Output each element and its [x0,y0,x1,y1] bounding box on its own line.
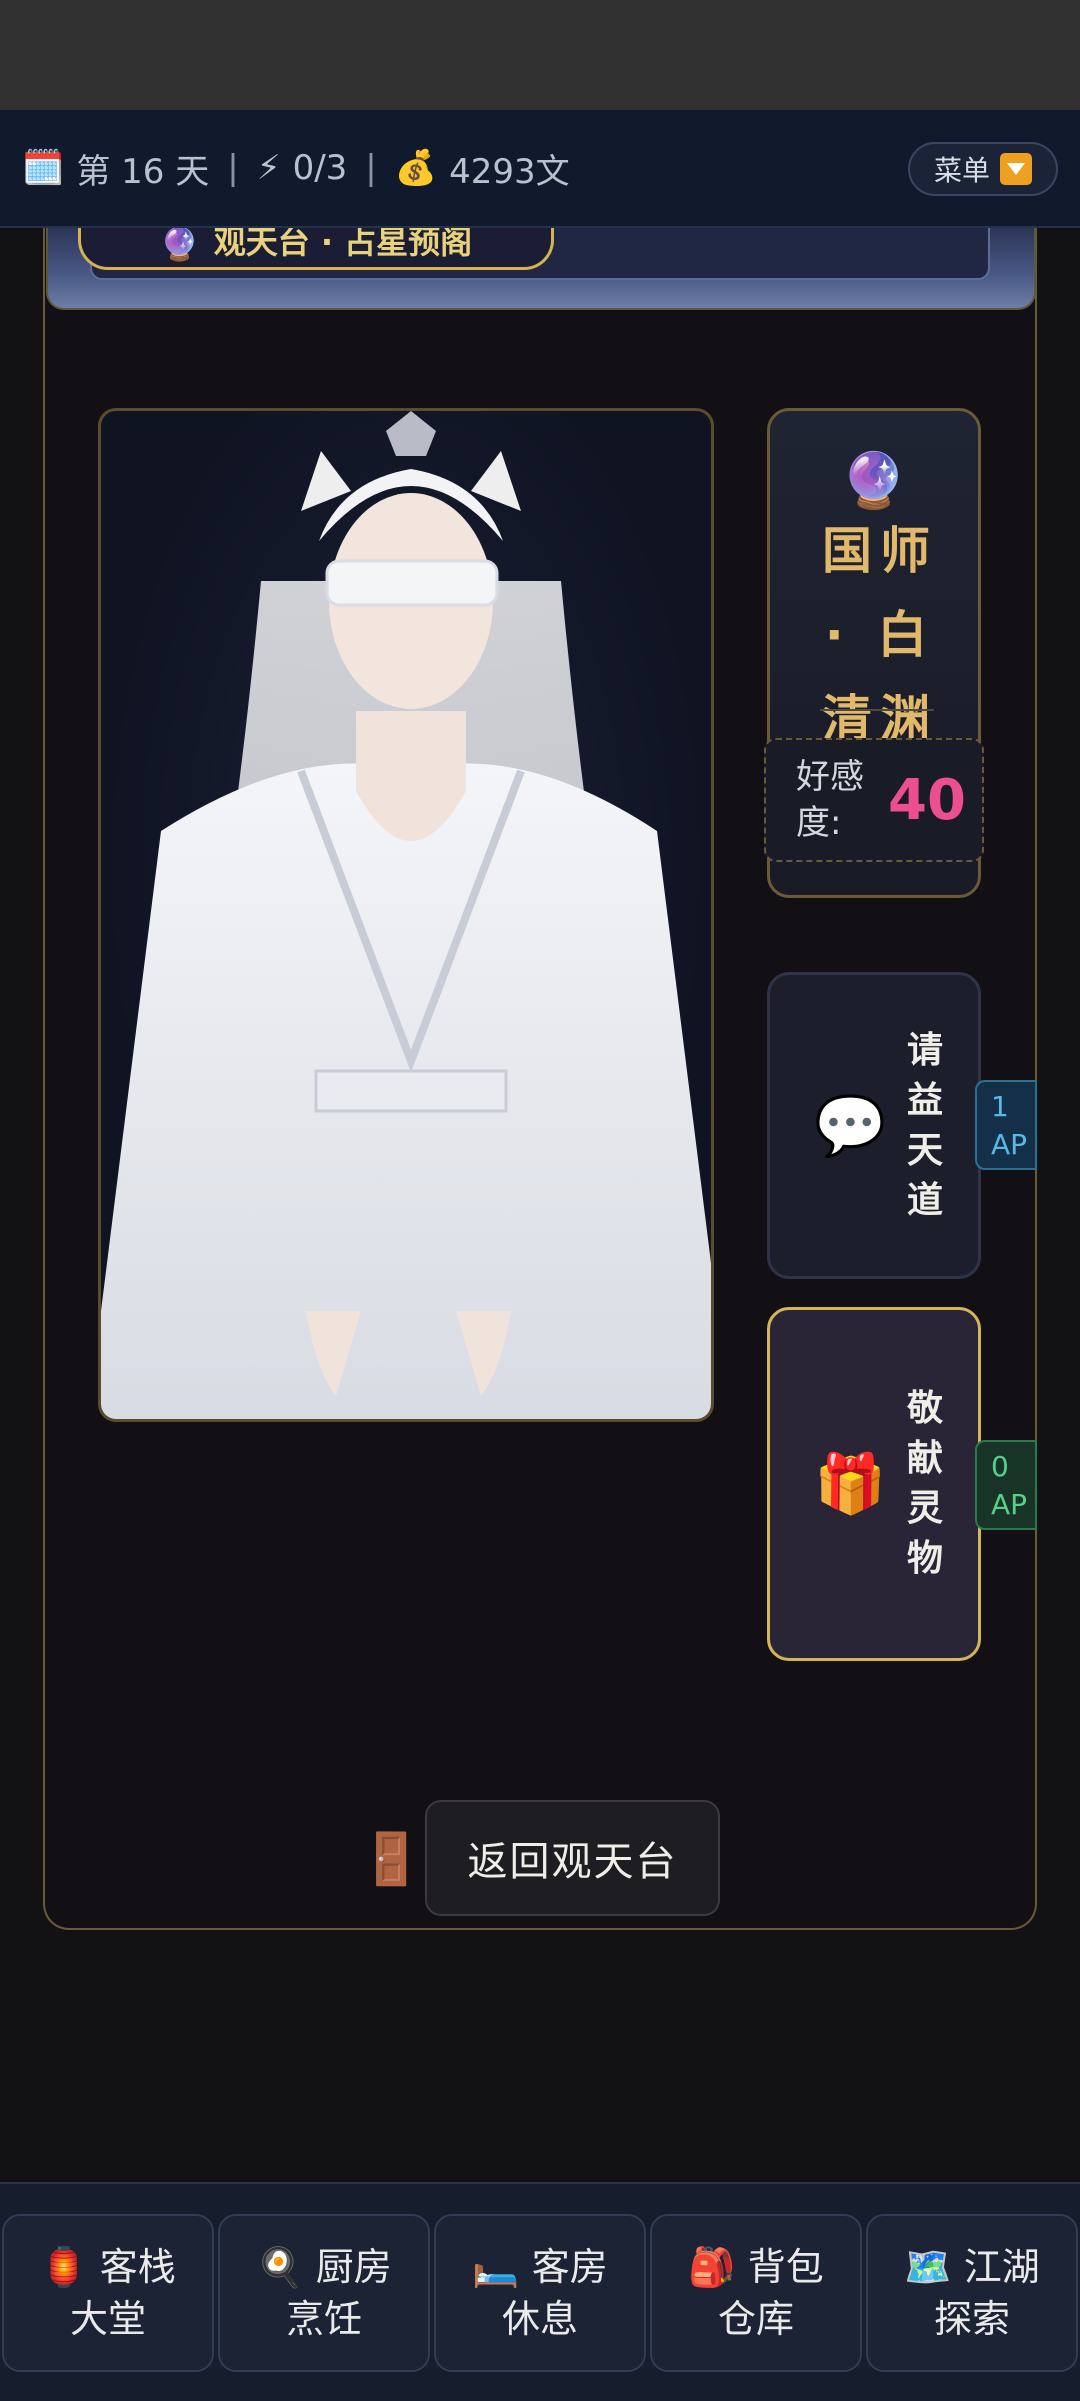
bottom-nav: 🏮 客栈大堂 🍳 厨房烹饪 🛏️ 客房休息 🎒 背包仓库 🗺️ 江湖探索 [0,2182,1080,2401]
location-title: 🔮 观天台 · 占星预阁 [78,228,554,270]
bed-icon: 🛏️ [472,2245,520,2289]
calendar-icon: 🗓️ [22,148,65,188]
crystal-ball-icon: 🔮 [840,449,908,512]
backpack-icon: 🎒 [688,2245,736,2289]
money-counter: 4293文 [449,151,570,192]
separator: | [227,148,239,188]
offer-gift-button[interactable]: 🎁 敬献灵物 [767,1307,981,1661]
ask-heaven-button[interactable]: 💬 请益天道 [767,972,981,1279]
system-top-bar [0,0,1080,110]
crystal-ball-icon: 🔮 [159,228,200,263]
character-portrait [98,408,714,1422]
energy-icon: ⚡ [256,148,281,188]
lantern-icon: 🏮 [40,2245,88,2289]
nav-explore[interactable]: 🗺️ 江湖探索 [866,2214,1078,2372]
character-illustration [101,411,711,1419]
status-bar: 🗓️ 第 16 天 | ⚡ 0/3 | 💰 4293文 菜单 [0,110,1080,228]
money-icon: 💰 [394,148,438,188]
favor-value: 40 [888,767,966,833]
action-label: 请益天道 [906,1029,943,1221]
back-button[interactable]: 返回观天台 [425,1800,720,1916]
action-label: 敬献灵物 [906,1388,943,1579]
menu-button[interactable]: 菜单 [908,142,1058,196]
nav-kitchen[interactable]: 🍳 厨房烹饪 [218,2214,430,2372]
map-icon: 🗺️ [904,2245,952,2289]
gift-icon: 🎁 [814,1449,887,1518]
ap-cost-badge: 1 AP [975,1080,1037,1170]
menu-label: 菜单 [933,154,990,187]
location-title-text: 观天台 · 占星预阁 [213,228,473,261]
divider [820,709,934,711]
character-name: 国师 · 白清渊 [822,522,938,748]
dropdown-arrow-icon [1000,153,1032,185]
frying-pan-icon: 🍳 [256,2245,304,2289]
separator: | [365,148,377,188]
ap-cost-badge: 0 AP [975,1440,1037,1530]
nav-lobby[interactable]: 🏮 客栈大堂 [2,2214,214,2372]
door-icon: 🚪 [360,1830,423,1888]
status-info: 🗓️ 第 16 天 | ⚡ 0/3 | 💰 4293文 [22,144,570,193]
nav-inventory[interactable]: 🎒 背包仓库 [650,2214,862,2372]
day-counter: 第 16 天 [76,151,210,192]
favor-label: 好感度: [796,757,864,843]
speech-bubble-icon: 💬 [814,1091,887,1159]
energy-counter: 0/3 [292,148,348,188]
back-row: 🚪 返回观天台 [360,1800,720,1918]
favor-box: 好感度: 40 [764,738,984,862]
nav-rest[interactable]: 🛏️ 客房休息 [434,2214,646,2372]
